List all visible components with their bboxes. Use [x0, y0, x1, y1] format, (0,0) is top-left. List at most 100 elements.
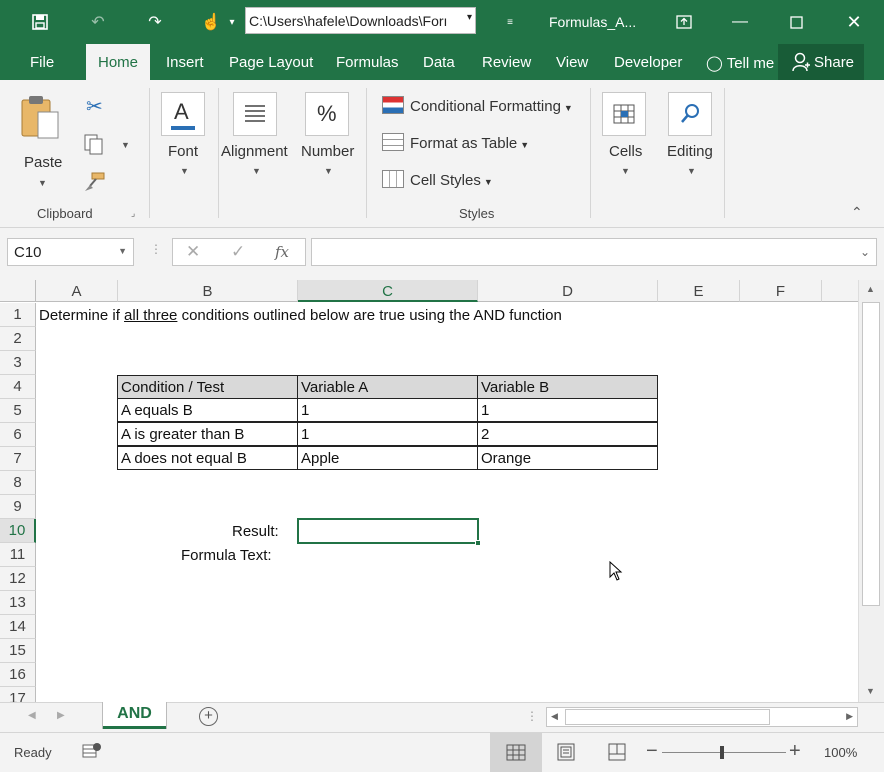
editing-button[interactable]: Editing ▼	[664, 80, 720, 200]
normal-view-button[interactable]	[490, 733, 542, 772]
table-cell[interactable]: 1	[297, 398, 478, 422]
next-sheet-icon[interactable]: ▶	[57, 710, 65, 721]
row-header[interactable]: 1	[0, 303, 36, 327]
fill-handle[interactable]	[475, 540, 481, 546]
tell-me-search[interactable]: ◯ Tell me	[706, 54, 774, 72]
formula-text-label[interactable]: Formula Text:	[181, 547, 272, 564]
save-icon[interactable]	[30, 8, 50, 36]
format-painter-icon[interactable]	[84, 172, 106, 195]
column-header-b[interactable]: B	[118, 280, 298, 302]
table-cell[interactable]: A does not equal B	[117, 446, 298, 470]
name-box-dropdown-icon[interactable]: ▼	[118, 246, 127, 256]
touch-mode-icon[interactable]: ☝	[200, 8, 222, 36]
row-header[interactable]: 8	[0, 471, 36, 495]
expand-formula-bar-icon[interactable]: ⌄	[860, 245, 870, 259]
tab-home[interactable]: Home	[86, 44, 151, 80]
scroll-left-icon[interactable]: ◀	[551, 711, 558, 722]
new-sheet-icon[interactable]: +	[199, 707, 218, 726]
redo-icon[interactable]: ↷	[145, 8, 165, 36]
touch-mode-dropdown-icon[interactable]: ▾	[226, 8, 238, 36]
table-cell[interactable]: Apple	[297, 446, 478, 470]
insert-function-icon[interactable]: fx	[275, 243, 289, 261]
column-header-a[interactable]: A	[36, 280, 118, 302]
cell-styles-button[interactable]: Cell Styles ▼	[382, 170, 493, 189]
table-header-cell[interactable]: Condition / Test	[117, 375, 298, 399]
cell-a1-intro[interactable]: Determine if all three conditions outlin…	[39, 307, 562, 324]
prev-sheet-icon[interactable]: ◀	[28, 710, 36, 721]
close-icon[interactable]: ✕	[844, 8, 864, 36]
cut-icon[interactable]: ✂	[86, 94, 103, 119]
copy-dropdown-icon[interactable]: ▼	[121, 140, 130, 150]
horizontal-scroll-thumb[interactable]	[565, 709, 770, 725]
row-header-selected[interactable]: 10	[0, 519, 36, 543]
column-header-blank[interactable]	[822, 280, 858, 302]
table-cell[interactable]: 2	[477, 422, 658, 446]
row-header[interactable]: 17	[0, 687, 36, 702]
column-header-e[interactable]: E	[658, 280, 740, 302]
clipboard-launcher-icon[interactable]: ⌟	[131, 208, 135, 219]
tab-review[interactable]: Review	[482, 54, 531, 71]
row-header[interactable]: 7	[0, 447, 36, 471]
zoom-level[interactable]: 100%	[824, 745, 857, 760]
number-button[interactable]: % Number ▼	[300, 80, 358, 200]
scroll-up-icon[interactable]: ▲	[866, 284, 875, 294]
vertical-scroll-thumb[interactable]	[862, 302, 880, 606]
row-header[interactable]: 3	[0, 351, 36, 375]
tab-developer[interactable]: Developer	[614, 54, 682, 71]
tab-data[interactable]: Data	[423, 54, 455, 71]
collapse-ribbon-icon[interactable]: ⌃	[851, 204, 863, 221]
table-cell[interactable]: A equals B	[117, 398, 298, 422]
worksheet-grid[interactable]: A B C D E F 1 2 3 4 5 6 7 8 9 10 11 12 1…	[0, 280, 858, 702]
row-header[interactable]: 15	[0, 639, 36, 663]
column-header-d[interactable]: D	[478, 280, 658, 302]
cancel-entry-icon[interactable]: ✕	[186, 242, 200, 262]
cells-button[interactable]: Cells ▼	[600, 80, 648, 200]
conditional-formatting-button[interactable]: Conditional Formatting ▼	[382, 96, 573, 115]
sheet-tab-and[interactable]: AND	[103, 702, 166, 729]
column-header-f[interactable]: F	[740, 280, 822, 302]
paste-button[interactable]: Paste ▼	[18, 94, 66, 190]
page-break-view-icon[interactable]	[608, 743, 626, 764]
scroll-right-icon[interactable]: ▶	[846, 711, 853, 722]
row-header[interactable]: 5	[0, 399, 36, 423]
row-header[interactable]: 9	[0, 495, 36, 519]
page-layout-view-icon[interactable]	[557, 743, 575, 764]
zoom-slider[interactable]	[662, 746, 786, 759]
tab-insert[interactable]: Insert	[166, 54, 204, 71]
confirm-entry-icon[interactable]: ✓	[231, 242, 245, 262]
result-label[interactable]: Result:	[232, 523, 279, 540]
path-dropdown-icon[interactable]: ▾	[467, 12, 472, 23]
scroll-down-icon[interactable]: ▼	[866, 686, 875, 696]
selected-cell-c10[interactable]	[297, 518, 479, 544]
file-path-box[interactable]: C:\Users\hafele\Downloads\Forı ▾	[245, 7, 476, 34]
tab-split-grip-icon[interactable]: ⋮	[526, 709, 538, 723]
tab-formulas[interactable]: Formulas	[336, 54, 399, 71]
row-header[interactable]: 12	[0, 567, 36, 591]
horizontal-scrollbar[interactable]: ◀ ▶	[546, 707, 858, 727]
table-cell[interactable]: 1	[297, 422, 478, 446]
tab-file[interactable]: File	[30, 54, 54, 71]
alignment-button[interactable]: Alignment ▼	[221, 80, 291, 200]
row-header[interactable]: 6	[0, 423, 36, 447]
format-as-table-button[interactable]: Format as Table ▼	[382, 133, 529, 152]
copy-icon[interactable]	[84, 134, 104, 159]
table-cell[interactable]: A is greater than B	[117, 422, 298, 446]
zoom-slider-thumb[interactable]	[720, 746, 724, 759]
share-button[interactable]: Share	[778, 44, 864, 80]
ribbon-display-options-icon[interactable]	[674, 8, 694, 36]
tab-view[interactable]: View	[556, 54, 588, 71]
formula-bar-grip-icon[interactable]: ⋮	[150, 242, 162, 256]
name-box[interactable]: C10 ▼	[7, 238, 134, 266]
macro-record-icon[interactable]	[82, 742, 102, 763]
row-header[interactable]: 13	[0, 591, 36, 615]
row-header[interactable]: 16	[0, 663, 36, 687]
vertical-scrollbar[interactable]: ▲ ▼	[858, 280, 884, 702]
font-button[interactable]: A Font ▼	[161, 80, 207, 200]
zoom-out-icon[interactable]: −	[646, 740, 658, 763]
row-header[interactable]: 2	[0, 327, 36, 351]
formula-input[interactable]: ⌄	[311, 238, 877, 266]
table-header-cell[interactable]: Variable B	[477, 375, 658, 399]
row-header[interactable]: 14	[0, 615, 36, 639]
select-all-corner[interactable]	[0, 280, 36, 302]
row-header[interactable]: 11	[0, 543, 36, 567]
